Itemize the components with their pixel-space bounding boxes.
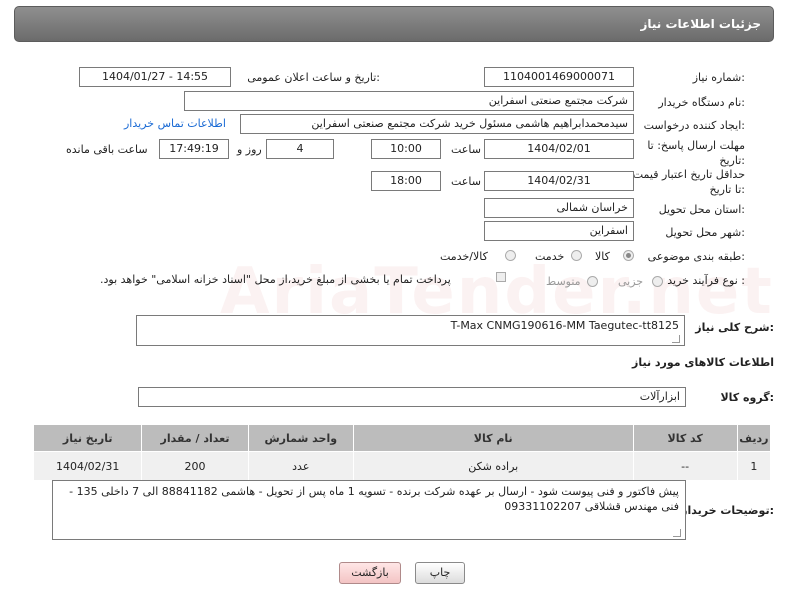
back-button[interactable]: بازگشت — [339, 562, 401, 584]
col-header-code: کد کالا — [632, 424, 738, 452]
reply-time-label: ساعت — [451, 143, 481, 156]
remaining-label: ساعت باقی مانده — [66, 143, 148, 156]
category-goods-label: کالا — [595, 250, 610, 263]
city-field: اسفراین — [484, 221, 634, 241]
category-service-label: خدمت — [535, 250, 565, 263]
cell-need-date: 1404/02/31 — [32, 451, 143, 481]
cell-name: براده شکن — [352, 451, 634, 481]
col-header-name: نام کالا — [352, 424, 634, 452]
print-button[interactable]: چاپ — [415, 562, 465, 584]
description-label: شرح کلی نیاز: — [695, 321, 774, 334]
creator-field: سیدمحمدابراهیم هاشمی مسئول خرید شرکت مجت… — [240, 114, 634, 134]
purchase-type-label: نوع فرآیند خرید : — [667, 274, 745, 287]
treasury-checkbox[interactable] — [496, 272, 506, 282]
need-number-label: شماره نیاز: — [692, 71, 745, 84]
announce-field: 1404/01/27 - 14:55 — [79, 67, 231, 87]
purchase-type-radio-minor[interactable] — [652, 276, 663, 287]
buyer-notes-field: پیش فاکتور و فنی پیوست شود - ارسال بر عه… — [52, 480, 686, 540]
goods-group-field: ابزارآلات — [138, 387, 686, 407]
reply-time-field: 10:00 — [371, 139, 441, 159]
purchase-type-medium-label: متوسط — [546, 275, 581, 288]
province-field: خراسان شمالی — [484, 198, 634, 218]
table-header-row: ردیف کد کالا نام کالا واحد شمارش تعداد /… — [32, 424, 772, 452]
page-title: جزئیات اطلاعات نیاز — [640, 17, 761, 31]
buyer-org-label: نام دستگاه خریدار: — [658, 96, 745, 109]
buyer-notes-label: توضیحات خریدار: — [681, 504, 774, 517]
items-table: ردیف کد کالا نام کالا واحد شمارش تعداد /… — [32, 424, 772, 481]
description-text: T-Max CNMG190616-MM Taegutec-tt8125 — [450, 319, 679, 332]
price-validity-time-label: ساعت — [451, 175, 481, 188]
goods-group-label: گروه کالا: — [720, 391, 774, 404]
resize-handle-icon[interactable] — [672, 335, 680, 343]
price-validity-time-field: 18:00 — [371, 171, 441, 191]
notes-resize-handle-icon[interactable] — [673, 529, 681, 537]
need-number-field: 1104001469000071 — [484, 67, 634, 87]
price-validity-date-field: 1404/02/31 — [484, 171, 634, 191]
buyer-contact-link[interactable]: اطلاعات تماس خریدار — [124, 117, 226, 130]
buyer-notes-text: پیش فاکتور و فنی پیوست شود - ارسال بر عه… — [69, 485, 679, 513]
days-label: روز و — [237, 143, 262, 156]
category-label: طبقه بندی موضوعی: — [647, 250, 745, 263]
remaining-time-field: 17:49:19 — [159, 139, 229, 159]
items-section-title: اطلاعات کالاهای مورد نیاز — [632, 356, 774, 369]
reply-days-field: 4 — [266, 139, 334, 159]
col-header-unit: واحد شمارش — [247, 424, 354, 452]
category-radio-goods[interactable] — [623, 250, 634, 261]
purchase-type-minor-label: جزیی — [618, 275, 644, 288]
purchase-type-radio-medium[interactable] — [587, 276, 598, 287]
page-header: جزئیات اطلاعات نیاز — [14, 6, 774, 42]
city-label: شهر محل تحویل: — [665, 226, 745, 239]
col-header-row-number: ردیف — [736, 424, 772, 452]
announce-label: تاریخ و ساعت اعلان عمومی: — [247, 71, 380, 84]
province-label: استان محل تحویل: — [658, 203, 745, 216]
category-goods-service-label: کالا/خدمت — [440, 250, 488, 263]
reply-deadline-label: مهلت ارسال پاسخ: تا تاریخ: — [647, 139, 745, 167]
payment-note: پرداخت تمام یا بخشی از مبلغ خرید،از محل … — [100, 273, 451, 286]
creator-label: ایجاد کننده درخواست: — [643, 119, 745, 132]
cell-unit: عدد — [247, 451, 354, 481]
cell-code: -- — [632, 451, 738, 481]
cell-quantity: 200 — [141, 451, 249, 481]
col-header-need-date: تاریخ نیاز — [32, 424, 143, 452]
col-header-quantity: تعداد / مقدار — [141, 424, 249, 452]
price-validity-label: حداقل تاریخ اعتبار قیمت: تا تاریخ: — [629, 168, 745, 196]
description-field: T-Max CNMG190616-MM Taegutec-tt8125 — [136, 315, 685, 346]
table-row: 1 -- براده شکن عدد 200 1404/02/31 — [32, 451, 772, 481]
category-radio-service[interactable] — [571, 250, 582, 261]
buyer-org-field: شرکت مجتمع صنعتی اسفراین — [184, 91, 634, 111]
reply-date-field: 1404/02/01 — [484, 139, 634, 159]
cell-row-number: 1 — [736, 451, 772, 481]
category-radio-goods-service[interactable] — [505, 250, 516, 261]
